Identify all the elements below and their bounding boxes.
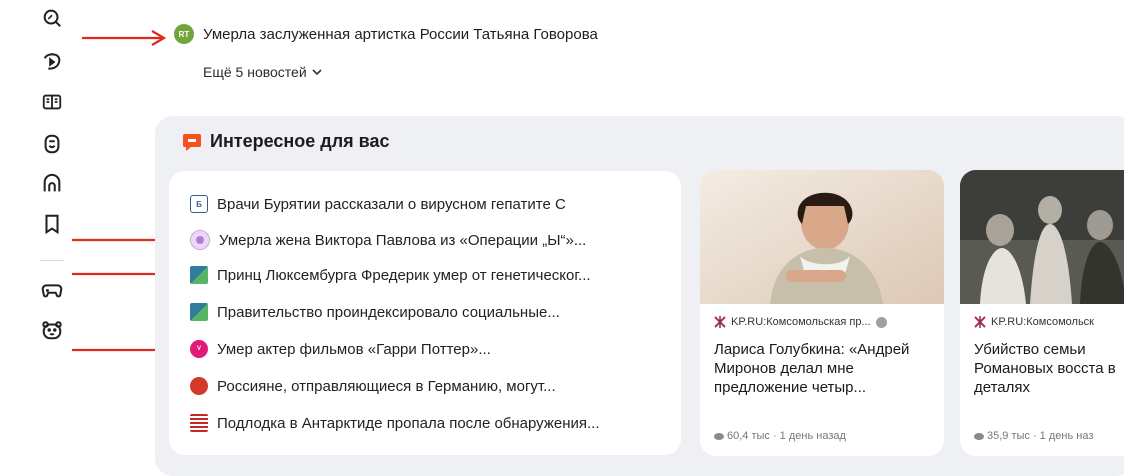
- list-item[interactable]: Умерла жена Виктора Павлова из «Операции…: [190, 228, 586, 252]
- red-logo-icon: [190, 377, 208, 395]
- search-icon[interactable]: [40, 6, 64, 30]
- news-card-headline[interactable]: Лариса Голубкина: «Андрей Миронов делал …: [714, 340, 936, 397]
- views-icon: [714, 432, 724, 440]
- news-card-meta: 35,9 тыс · 1 день наз: [974, 430, 1093, 442]
- news-card-source[interactable]: KP.RU:Комсомольск: [974, 316, 1094, 328]
- kp-logo-icon: [714, 316, 726, 328]
- views-icon: [974, 432, 984, 440]
- brand-icon[interactable]: [40, 172, 64, 196]
- kp-logo-icon: [974, 316, 986, 328]
- zen-logo-icon: [183, 133, 201, 151]
- verified-icon: [875, 316, 887, 328]
- usa-flag-logo-icon: [190, 414, 208, 432]
- flag-logo-icon: [190, 303, 208, 321]
- flag-logo-icon: [190, 266, 208, 284]
- bear-icon[interactable]: [40, 318, 64, 342]
- news-card-photo: [700, 170, 944, 304]
- more-news-button[interactable]: Ещё 5 новостей: [203, 64, 322, 80]
- circle-logo-icon: [190, 230, 210, 250]
- news-card-source[interactable]: KP.RU:Комсомольская пр...: [714, 316, 887, 328]
- voice-logo-icon: V: [190, 340, 208, 358]
- gamepad-icon[interactable]: [40, 278, 64, 302]
- news-card[interactable]: KP.RU:Комсомольская пр... Лариса Голубки…: [700, 170, 944, 456]
- panel-title: Интересное для вас: [182, 131, 390, 152]
- list-item[interactable]: Б Врачи Бурятии рассказали о вирусном ге…: [190, 192, 566, 216]
- news-card-photo: [960, 170, 1124, 304]
- bookmark-icon[interactable]: [40, 212, 64, 236]
- b-logo-icon: Б: [190, 195, 208, 213]
- news-card[interactable]: KP.RU:Комсомольск Убийство семьи Романов…: [960, 170, 1124, 456]
- top-news-item[interactable]: RT Умерла заслуженная артистка России Та…: [174, 24, 598, 44]
- video-icon[interactable]: [40, 50, 64, 74]
- book-icon[interactable]: [40, 90, 64, 114]
- list-item[interactable]: V Умер актер фильмов «Гарри Поттер»...: [190, 337, 491, 361]
- sidebar-divider: [40, 260, 64, 261]
- news-card-headline[interactable]: Убийство семьи Романовых восста в деталя…: [974, 340, 1124, 397]
- badge-icon[interactable]: [40, 132, 64, 156]
- more-news-label: Ещё 5 новостей: [203, 64, 307, 80]
- chevron-down-icon: [312, 68, 322, 75]
- list-item[interactable]: Принц Люксембурга Фредерик умер от генет…: [190, 263, 591, 287]
- top-news-headline[interactable]: Умерла заслуженная артистка России Татья…: [203, 26, 598, 43]
- rt-logo-icon: RT: [174, 24, 194, 44]
- list-item[interactable]: Правительство проиндексировало социальны…: [190, 300, 560, 324]
- list-item[interactable]: Россияне, отправляющиеся в Германию, мог…: [190, 374, 556, 398]
- annotation-arrow: [82, 30, 167, 46]
- list-item[interactable]: Подлодка в Антарктиде пропала после обна…: [190, 411, 600, 435]
- news-card-meta: 60,4 тыс · 1 день назад: [714, 430, 846, 442]
